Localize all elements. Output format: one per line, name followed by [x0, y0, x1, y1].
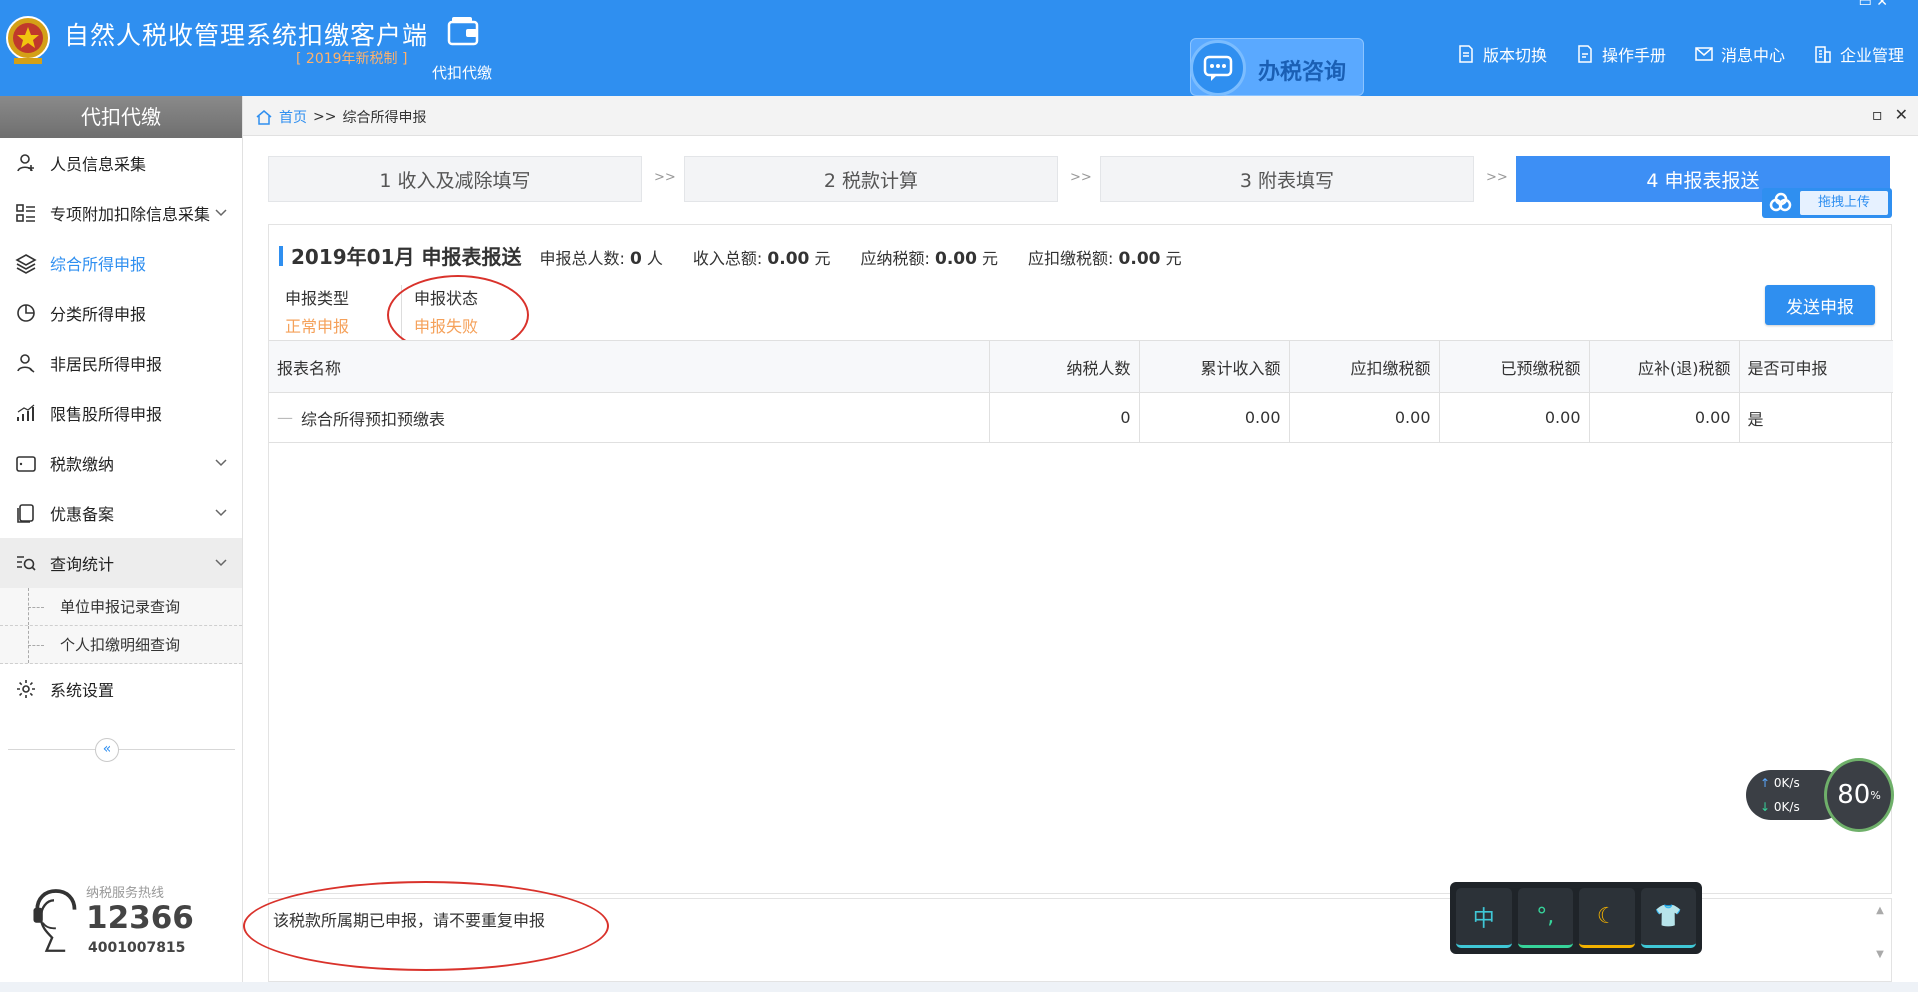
app-subtitle: [ 2019年新税制 ] — [296, 51, 408, 67]
hotline-block: 纳税服务热线 12366 4001007815 — [26, 880, 226, 980]
col-due: 应补(退)税额 — [1588, 340, 1739, 393]
home-icon[interactable] — [255, 108, 273, 126]
breadcrumb-bar: 首页 >> 综合所得申报 ▫ ✕ — [243, 96, 1918, 136]
chevron-down-icon[interactable] — [214, 205, 228, 219]
sidebar-item-preferential-filing[interactable]: 优惠备案 — [0, 488, 242, 538]
tab-controls: ▫ ✕ — [1872, 105, 1908, 124]
sidebar-item-classified-income[interactable]: 分类所得申报 — [0, 288, 242, 338]
app-window: 自然人税收管理系统扣缴客户端 [ 2019年新税制 ] 代扣代缴 办税咨询 版本… — [0, 0, 1918, 992]
network-monitor[interactable]: ↑ 0K/s ↓ 0K/s 80% — [1746, 758, 1894, 832]
tax-emblem-icon — [6, 16, 50, 64]
headset-icon — [33, 889, 77, 952]
send-filing-button[interactable]: 发送申报 — [1765, 285, 1875, 325]
document-icon — [1459, 45, 1473, 63]
summary-bar: 2019年01月 申报表报送 申报总人数: 0 人 收入总额: 0.00 元 应… — [279, 241, 1212, 270]
status-strip — [0, 982, 1918, 992]
ime-lang-toggle[interactable]: 中 — [1456, 888, 1512, 948]
consult-label[interactable]: 办税咨询 — [1258, 54, 1346, 86]
ime-toolbar: 中 °, ☾ 👕 — [1450, 882, 1702, 954]
sidebar-item-query-stats[interactable]: 查询统计 — [0, 538, 242, 588]
col-can-file: 是否可申报 — [1738, 340, 1893, 393]
module-label[interactable]: 代扣代缴 — [432, 62, 492, 83]
step-income[interactable]: 1 收入及减除填写 — [268, 156, 642, 202]
manual-icon — [1578, 45, 1592, 63]
total-people: 0 — [629, 249, 642, 269]
sidebar-subitem-unit-records[interactable]: 单位申报记录查询 — [0, 588, 242, 626]
message-scrollbar[interactable]: ▲ ▼ — [1873, 905, 1887, 977]
report-table: 报表名称 纳税人数 累计收入额 应扣缴税额 已预缴税额 应补(退)税额 是否可申… — [269, 340, 1893, 443]
step-tax-calc[interactable]: 2 税款计算 — [684, 156, 1058, 202]
col-prepaid: 已预缴税额 — [1438, 340, 1589, 393]
window-restore-icon[interactable]: ▭ ✕ — [1859, 0, 1888, 10]
close-icon[interactable]: ✕ — [1895, 105, 1908, 124]
chevron-down-icon[interactable] — [214, 455, 228, 469]
cpu-usage-gauge: 80% — [1824, 758, 1894, 832]
breadcrumb-current: 综合所得申报 — [342, 110, 427, 126]
wallet-module-icon[interactable] — [446, 14, 482, 48]
period-title: 2019年01月 申报表报送 — [291, 245, 522, 269]
gear-icon — [17, 680, 35, 698]
building-icon — [1815, 46, 1831, 63]
ime-punctuation-toggle[interactable]: °, — [1517, 888, 1573, 948]
sidebar-item-personnel[interactable]: 人员信息采集 — [0, 138, 242, 188]
can-file-value: 是 — [1738, 392, 1893, 443]
chevron-down-icon[interactable] — [214, 555, 228, 569]
list-icon — [16, 204, 35, 222]
drag-upload-widget[interactable]: 拖拽上传 — [1762, 188, 1892, 218]
tax-payable: 0.00 — [934, 249, 977, 269]
filing-type-value: 正常申报 — [285, 317, 350, 336]
sidebar: 代扣代缴 人员信息采集 专项附加扣除信息采集 综合所得申报 分类所得申报 非居民… — [0, 96, 243, 992]
hotline-number: 12366 — [86, 900, 194, 936]
pie-icon — [17, 304, 35, 322]
app-header: 自然人税收管理系统扣缴客户端 [ 2019年新税制 ] 代扣代缴 办税咨询 版本… — [0, 0, 1918, 96]
col-withhold: 应扣缴税额 — [1288, 340, 1439, 393]
error-message: 该税款所属期已申报，请不要重复申报 — [273, 911, 546, 930]
breadcrumb-home[interactable]: 首页 — [279, 107, 307, 127]
copy-icon — [17, 504, 34, 523]
chevron-down-icon[interactable] — [214, 505, 228, 519]
col-taxpayers: 纳税人数 — [988, 340, 1139, 393]
mail-icon — [1695, 47, 1713, 61]
tax-withhold: 0.00 — [1118, 249, 1161, 269]
person-icon — [17, 154, 34, 172]
sidebar-item-comprehensive-income[interactable]: 综合所得申报 — [0, 238, 242, 288]
hotline-alt-number: 4001007815 — [88, 940, 186, 956]
sidebar-item-nonresident-income[interactable]: 非居民所得申报 — [0, 338, 242, 388]
layers-icon — [15, 254, 37, 274]
version-switch-button[interactable]: 版本切换 — [1456, 42, 1547, 66]
bar-chart-icon — [17, 404, 35, 421]
sidebar-item-settings[interactable]: 系统设置 — [0, 664, 242, 714]
skin-icon[interactable]: 👕 — [1640, 888, 1696, 948]
sidebar-heading: 代扣代缴 — [0, 96, 242, 138]
maximize-icon[interactable]: ▫ — [1872, 105, 1883, 124]
message-center-button[interactable]: 消息中心 — [1694, 42, 1785, 66]
sidebar-item-tax-payment[interactable]: 税款缴纳 — [0, 438, 242, 488]
breadcrumb: 首页 >> 综合所得申报 — [255, 107, 426, 127]
person-outline-icon — [17, 354, 35, 373]
top-actions: 版本切换 操作手册 消息中心 企业管理 — [1456, 42, 1904, 66]
col-report-name: 报表名称 — [269, 340, 989, 393]
step-attachments[interactable]: 3 附表填写 — [1100, 156, 1474, 202]
report-name[interactable]: 综合所得预扣预缴表 — [301, 406, 445, 430]
filing-type: 申报类型 正常申报 — [285, 285, 349, 341]
wizard-steps: 1 收入及减除填写 >> 2 税款计算 >> 3 附表填写 >> 4 申报表报送 — [268, 156, 1892, 202]
search-list-icon — [17, 556, 36, 571]
enterprise-manage-button[interactable]: 企业管理 — [1813, 42, 1904, 66]
sidebar-collapse: « — [0, 737, 243, 762]
submit-panel: 2019年01月 申报表报送 申报总人数: 0 人 收入总额: 0.00 元 应… — [268, 224, 1893, 894]
sidebar-item-special-deduction[interactable]: 专项附加扣除信息采集 — [0, 188, 242, 238]
total-income: 0.00 — [767, 249, 810, 269]
sidebar-subitem-personal-details[interactable]: 个人扣缴明细查询 — [0, 626, 242, 664]
col-income: 累计收入额 — [1138, 340, 1289, 393]
cloud-upload-icon — [1769, 192, 1792, 212]
wallet-icon — [16, 456, 36, 472]
moon-icon[interactable]: ☾ — [1579, 888, 1635, 948]
table-row[interactable]: — 综合所得预扣预缴表 0 0.00 0.00 0.00 0.00 是 — [269, 392, 1893, 443]
collapse-sidebar-button[interactable]: « — [95, 738, 119, 762]
chat-bubble-icon[interactable] — [1190, 40, 1246, 96]
sidebar-item-restricted-stock[interactable]: 限售股所得申报 — [0, 388, 242, 438]
app-title: 自然人税收管理系统扣缴客户端 — [64, 21, 429, 50]
manual-button[interactable]: 操作手册 — [1575, 42, 1666, 66]
